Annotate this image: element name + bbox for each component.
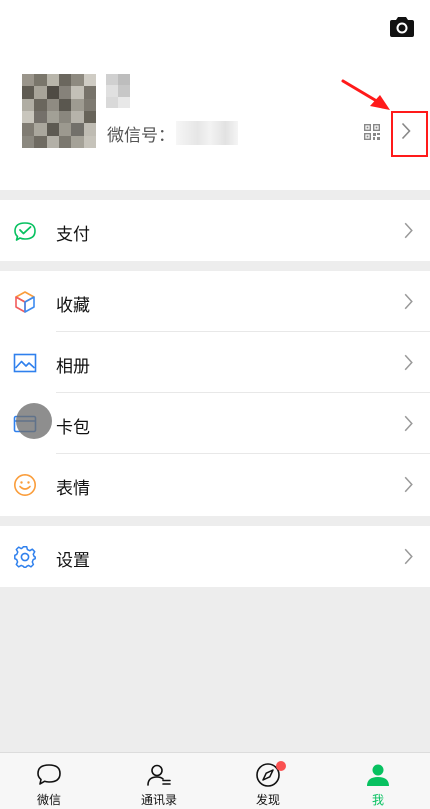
annotation-arrow bbox=[341, 79, 390, 110]
pay-icon bbox=[14, 222, 36, 241]
menu-item-label: 表情 bbox=[56, 479, 90, 499]
menu-item-label: 收藏 bbox=[56, 296, 90, 316]
nickname-pixel bbox=[106, 96, 118, 108]
chevron-right-icon bbox=[404, 548, 413, 565]
album-image-icon bbox=[13, 353, 37, 373]
camera-icon[interactable] bbox=[390, 15, 414, 37]
settings-section: 设置 bbox=[0, 526, 430, 587]
wechat-id-label: 微信号： bbox=[107, 126, 175, 146]
tab-label: 通讯录 bbox=[140, 793, 177, 807]
tab-discover[interactable]: 发现 bbox=[228, 753, 308, 809]
avatar-pixel bbox=[83, 74, 96, 87]
menu-item-label: 相册 bbox=[56, 357, 90, 377]
avatar-pixel bbox=[58, 110, 72, 124]
avatar-pixel bbox=[22, 74, 35, 87]
menu-item-pay[interactable]: 支付 bbox=[0, 200, 430, 261]
chevron-right-icon bbox=[404, 415, 413, 432]
avatar-pixel bbox=[71, 86, 84, 99]
menu-item-album[interactable]: 相册 bbox=[0, 332, 430, 393]
nickname-pixel bbox=[106, 74, 118, 86]
nickname-pixel bbox=[118, 74, 130, 86]
avatar-pixel bbox=[46, 98, 59, 111]
avatar-pixel bbox=[58, 123, 72, 136]
avatar-pixel bbox=[34, 86, 47, 99]
nickname-pixel bbox=[118, 96, 130, 108]
chat-bubble-icon bbox=[37, 764, 61, 785]
tab-label: 发现 bbox=[255, 793, 280, 807]
avatar-pixel bbox=[34, 135, 47, 148]
avatar-pixel bbox=[22, 135, 35, 148]
avatar[interactable] bbox=[22, 74, 96, 148]
avatar-pixel bbox=[83, 110, 96, 124]
annotation-highlight-box bbox=[391, 111, 428, 157]
avatar-pixel bbox=[46, 123, 59, 136]
avatar-pixel bbox=[34, 74, 47, 87]
chevron-right-icon bbox=[404, 293, 413, 310]
avatar-pixel bbox=[34, 110, 47, 124]
notification-badge bbox=[276, 761, 286, 771]
avatar-pixel bbox=[46, 74, 59, 87]
avatar-pixel bbox=[22, 98, 35, 111]
avatar-pixel bbox=[71, 98, 84, 111]
tab-label: 我 bbox=[371, 793, 384, 807]
menu-item-label: 设置 bbox=[56, 551, 90, 571]
avatar-pixel bbox=[22, 123, 35, 136]
avatar-pixel bbox=[71, 123, 84, 136]
avatar-pixel bbox=[58, 98, 72, 111]
avatar-pixel bbox=[83, 86, 96, 99]
menu-item-label: 卡包 bbox=[56, 418, 90, 438]
pay-section: 支付 bbox=[0, 200, 430, 261]
settings-gear-icon bbox=[14, 546, 36, 568]
tab-chats[interactable]: 微信 bbox=[9, 753, 89, 809]
menu-item-settings[interactable]: 设置 bbox=[0, 526, 430, 587]
avatar-pixel bbox=[22, 86, 35, 99]
smiley-face-icon bbox=[14, 474, 36, 496]
avatar-pixel bbox=[71, 135, 84, 148]
favorites-cube-icon bbox=[15, 291, 35, 313]
avatar-pixel bbox=[22, 110, 35, 124]
wechat-id-value-blurred bbox=[176, 121, 238, 145]
avatar-pixel bbox=[71, 74, 84, 87]
nickname-pixel bbox=[106, 85, 118, 97]
avatar-pixel bbox=[46, 86, 59, 99]
collections-section: 收藏 相册 卡包 表情 bbox=[0, 271, 430, 516]
me-person-icon bbox=[367, 764, 389, 786]
menu-item-stickers[interactable]: 表情 bbox=[0, 454, 430, 515]
avatar-pixel bbox=[83, 135, 96, 148]
contacts-person-icon bbox=[147, 764, 171, 786]
avatar-pixel bbox=[83, 123, 96, 136]
avatar-pixel bbox=[58, 135, 72, 148]
chevron-right-icon bbox=[404, 222, 413, 239]
avatar-pixel bbox=[46, 135, 59, 148]
nickname-pixel bbox=[118, 85, 130, 97]
tab-contacts[interactable]: 通讯录 bbox=[119, 753, 199, 809]
avatar-pixel bbox=[58, 86, 72, 99]
avatar-pixel bbox=[34, 98, 47, 111]
chevron-right-icon bbox=[404, 354, 413, 371]
bottom-tab-bar: 微信 通讯录 发现 我 bbox=[0, 752, 430, 809]
menu-item-label: 支付 bbox=[56, 225, 90, 245]
avatar-pixel bbox=[46, 110, 59, 124]
menu-item-favorites[interactable]: 收藏 bbox=[0, 271, 430, 332]
qr-code-icon[interactable] bbox=[364, 124, 380, 140]
nickname-pixelated bbox=[106, 74, 130, 108]
floating-assistive-button[interactable] bbox=[16, 403, 52, 439]
tab-label: 微信 bbox=[36, 793, 61, 807]
avatar-pixel bbox=[34, 123, 47, 136]
avatar-pixel bbox=[83, 98, 96, 111]
avatar-pixel bbox=[58, 74, 72, 87]
tab-me[interactable]: 我 bbox=[338, 753, 418, 809]
profile-header[interactable]: 微信号： bbox=[0, 0, 430, 190]
menu-item-cards[interactable]: 卡包 bbox=[0, 393, 430, 454]
chevron-right-icon bbox=[404, 476, 413, 493]
avatar-pixel bbox=[71, 110, 84, 124]
